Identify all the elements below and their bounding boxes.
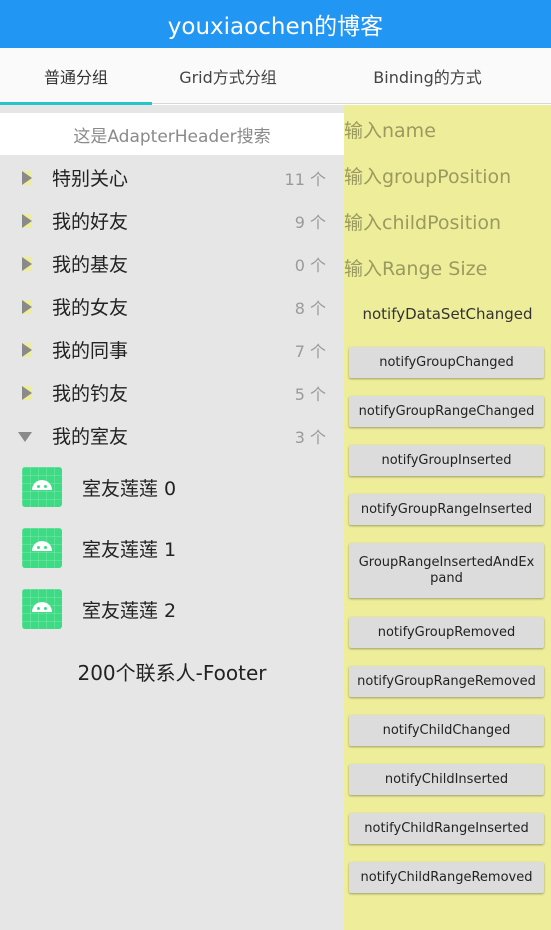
- notify-child-changed-button[interactable]: notifyChildChanged: [349, 715, 544, 746]
- notify-child-range-removed-button[interactable]: notifyChildRangeRemoved: [349, 862, 544, 893]
- notify-group-removed-button[interactable]: notifyGroupRemoved: [349, 617, 544, 648]
- child-position-input[interactable]: 输入childPosition: [344, 208, 501, 235]
- notify-group-inserted-button[interactable]: notifyGroupInserted: [349, 445, 544, 476]
- notify-child-inserted-button[interactable]: notifyChildInserted: [349, 764, 544, 795]
- expand-arrow-icon: [22, 386, 32, 400]
- tab-grid-group[interactable]: Grid方式分组: [152, 48, 304, 104]
- notify-data-set-changed-button[interactable]: notifyDataSetChanged: [344, 305, 551, 323]
- group-name: 我的室友: [52, 426, 129, 448]
- group-name: 我的同事: [52, 340, 129, 362]
- button-label: notifyGroupRangeInserted: [360, 501, 533, 517]
- app-title: youxiaochen的博客: [167, 14, 384, 40]
- range-size-input[interactable]: 输入Range Size: [344, 254, 487, 281]
- control-panel: 输入name 输入groupPosition 输入childPosition 输…: [344, 105, 551, 930]
- button-label: notifyDataSetChanged: [362, 305, 533, 323]
- button-label: notifyGroupRemoved: [377, 624, 516, 640]
- group-name: 我的钓友: [52, 383, 129, 405]
- expand-arrow-icon: [22, 300, 32, 314]
- child-name: 室友莲莲 0: [82, 478, 177, 500]
- tab-binding[interactable]: Binding的方式: [304, 48, 551, 104]
- child-position-placeholder: 输入childPosition: [344, 212, 502, 234]
- group-count: 9 个: [294, 212, 326, 232]
- android-icon: [22, 467, 62, 507]
- collapse-arrow-icon: [18, 432, 32, 442]
- footer-label: 200个联系人-Footer: [77, 660, 267, 685]
- button-label: notifyGroupInserted: [381, 452, 512, 468]
- expand-arrow-icon: [22, 214, 32, 228]
- expand-arrow-icon: [22, 171, 32, 185]
- notify-group-range-inserted-button[interactable]: notifyGroupRangeInserted: [349, 494, 544, 525]
- group-count: 5 个: [294, 384, 326, 404]
- child-row[interactable]: 室友莲莲 2: [0, 579, 344, 640]
- expand-arrow-icon: [22, 343, 32, 357]
- tab-bar: 普通分组 Grid方式分组 Binding的方式: [0, 48, 551, 105]
- name-input[interactable]: 输入name: [344, 116, 436, 143]
- tab-label: Grid方式分组: [179, 68, 277, 87]
- group-position-input[interactable]: 输入groupPosition: [344, 162, 511, 189]
- button-label: notifyChildRangeRemoved: [360, 869, 533, 885]
- button-label: notifyChildInserted: [384, 771, 509, 787]
- tab-label: Binding的方式: [373, 68, 482, 87]
- group-row[interactable]: 我的钓友 5 个: [0, 371, 344, 414]
- group-name: 我的好友: [52, 211, 129, 233]
- group-row[interactable]: 我的室友 3 个: [0, 414, 344, 457]
- android-icon: [22, 589, 62, 629]
- group-count: 11 个: [284, 169, 326, 189]
- expand-arrow-icon: [22, 257, 32, 271]
- notify-group-changed-button[interactable]: notifyGroupChanged: [349, 347, 544, 378]
- group-row[interactable]: 我的好友 9 个: [0, 199, 344, 242]
- button-label: notifyChildChanged: [382, 722, 511, 738]
- group-name: 我的女友: [52, 297, 129, 319]
- child-name: 室友莲莲 1: [82, 539, 177, 561]
- tab-label: 普通分组: [43, 68, 108, 87]
- name-input-placeholder: 输入name: [344, 120, 436, 142]
- search-placeholder: 这是AdapterHeader搜索: [73, 126, 271, 147]
- notify-group-range-removed-button[interactable]: notifyGroupRangeRemoved: [349, 666, 544, 697]
- group-count: 8 个: [294, 298, 326, 318]
- button-label: notifyChildRangeInserted: [364, 820, 529, 836]
- group-count: 7 个: [294, 341, 326, 361]
- button-label: notifyGroupRangeChanged: [358, 403, 535, 419]
- group-row[interactable]: 特别关心 11 个: [0, 156, 344, 199]
- range-size-placeholder: 输入Range Size: [344, 258, 488, 280]
- group-name: 我的基友: [52, 254, 129, 276]
- notify-group-range-changed-button[interactable]: notifyGroupRangeChanged: [349, 396, 544, 427]
- group-row[interactable]: 我的基友 0 个: [0, 242, 344, 285]
- list-footer: 200个联系人-Footer: [0, 651, 344, 691]
- group-list[interactable]: 这是AdapterHeader搜索 特别关心 11 个 我的好友 9 个 我的基…: [0, 105, 344, 930]
- button-label: notifyGroupRangeRemoved: [357, 673, 536, 689]
- child-name: 室友莲莲 2: [82, 600, 177, 622]
- tab-normal-group[interactable]: 普通分组: [0, 48, 152, 105]
- notify-child-range-inserted-button[interactable]: notifyChildRangeInserted: [349, 813, 544, 844]
- button-label: GroupRangeInsertedAndExpand: [358, 554, 535, 586]
- android-icon: [22, 528, 62, 568]
- group-name: 特别关心: [52, 168, 129, 190]
- group-row[interactable]: 我的女友 8 个: [0, 285, 344, 328]
- app-bar: youxiaochen的博客: [0, 0, 551, 48]
- child-row[interactable]: 室友莲莲 0: [0, 457, 344, 518]
- group-position-placeholder: 输入groupPosition: [344, 166, 512, 188]
- group-range-inserted-and-expand-button[interactable]: GroupRangeInsertedAndExpand: [349, 543, 544, 598]
- button-label: notifyGroupChanged: [379, 354, 514, 370]
- group-row[interactable]: 我的同事 7 个: [0, 328, 344, 371]
- group-count: 0 个: [294, 255, 326, 275]
- header-search[interactable]: 这是AdapterHeader搜索: [0, 113, 344, 155]
- group-count: 3 个: [294, 427, 326, 447]
- child-row[interactable]: 室友莲莲 1: [0, 518, 344, 579]
